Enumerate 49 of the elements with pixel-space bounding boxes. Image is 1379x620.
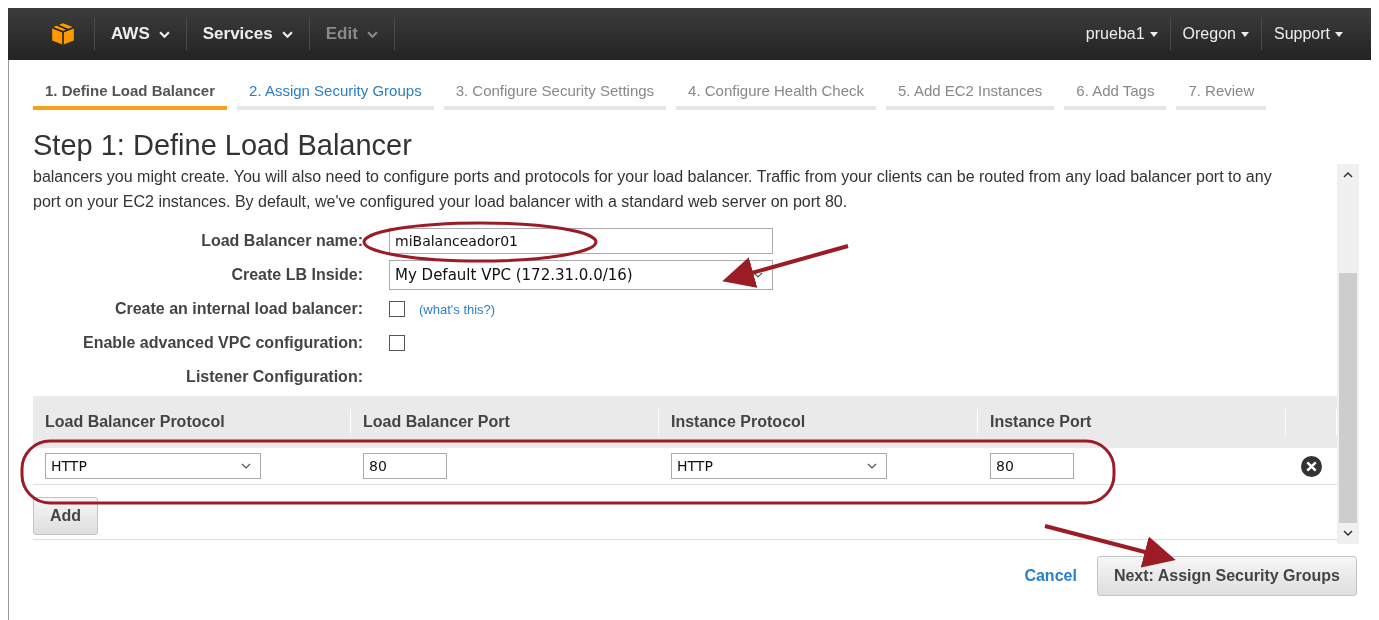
protocol-dropdown[interactable]: HTTP (671, 453, 887, 479)
description-text: balancers you might create. You will also need to configure ports and protocols for your load balancer. Traffic from your clients can be routed from any load balancer port to any port on your EC2 instances. By default, we've configured your load balancer with a standard web server on port 80. (33, 167, 1273, 212)
caret-down-icon (1335, 31, 1343, 37)
checkbox[interactable] (389, 301, 405, 317)
scrollbar[interactable] (1337, 164, 1359, 544)
wizard-step-tab[interactable]: 2. Assign Security Groups (237, 78, 434, 110)
chevron-down-icon (281, 30, 293, 38)
add-button[interactable]: Add (33, 497, 99, 535)
name-input-field[interactable]: miBalanceador01 (389, 228, 773, 254)
chevron-down-icon (366, 30, 378, 38)
field-label: Create an internal load balancer: (113, 299, 363, 319)
wizard-step-tab[interactable]: 6. Add Tags (1064, 78, 1167, 110)
wizard-step-tab[interactable]: 5. Add EC2 Instances (886, 78, 1055, 110)
chevron-down-icon[interactable] (241, 463, 251, 469)
nav-menu[interactable]: prueba1 (1077, 25, 1166, 43)
wizard-step-tab[interactable]: 7. Review (1176, 78, 1267, 110)
page-title: Step 1: Define Load Balancer (33, 130, 413, 160)
column-header: Instance Protocol (659, 409, 978, 435)
protocol-dropdown[interactable]: HTTP (45, 453, 261, 479)
field-label: Enable advanced VPC configuration: (81, 333, 363, 353)
port-input-field[interactable]: 80 (990, 453, 1074, 479)
wizard-step-tab[interactable]: 1. Define Load Balancer (33, 78, 228, 110)
scroll-down-icon[interactable] (1343, 530, 1353, 536)
nav-menu[interactable]: Oregon (1174, 25, 1257, 43)
scroll-up-icon[interactable] (1343, 172, 1353, 178)
cancel-link[interactable]: Cancel (1024, 567, 1077, 585)
chevron-down-icon[interactable] (753, 272, 763, 278)
field-label: Listener Configuration: (185, 367, 363, 387)
help-link[interactable]: (what's this?) (419, 301, 496, 317)
nav-menu[interactable]: AWS (99, 24, 182, 44)
chevron-down-icon (158, 30, 170, 38)
nav-menu[interactable]: Services (190, 24, 305, 44)
column-header: Instance Port (978, 409, 1286, 435)
nav-menu[interactable]: Support (1265, 25, 1351, 43)
column-header: Load Balancer Protocol (33, 409, 351, 435)
next-button[interactable]: Next: Assign Security Groups (1096, 556, 1357, 596)
remove-icon[interactable] (1301, 455, 1322, 477)
wizard-step-tab[interactable]: 4. Configure Health Check (676, 78, 877, 110)
checkbox[interactable] (389, 335, 405, 351)
field-label: Load Balancer name: (200, 231, 363, 251)
wizard-step-tab[interactable]: 3. Configure Security Settings (443, 78, 667, 110)
caret-down-icon (1240, 31, 1249, 37)
column-header: Load Balancer Port (351, 409, 659, 435)
port-input-field[interactable]: 80 (363, 453, 447, 479)
vpc-dropdown[interactable]: My Default VPC (172.31.0.0/16) (389, 260, 773, 290)
chevron-down-icon[interactable] (867, 463, 877, 469)
cube-logo-icon[interactable] (50, 21, 76, 47)
caret-down-icon (1149, 31, 1158, 37)
field-label: Create LB Inside: (230, 265, 363, 285)
